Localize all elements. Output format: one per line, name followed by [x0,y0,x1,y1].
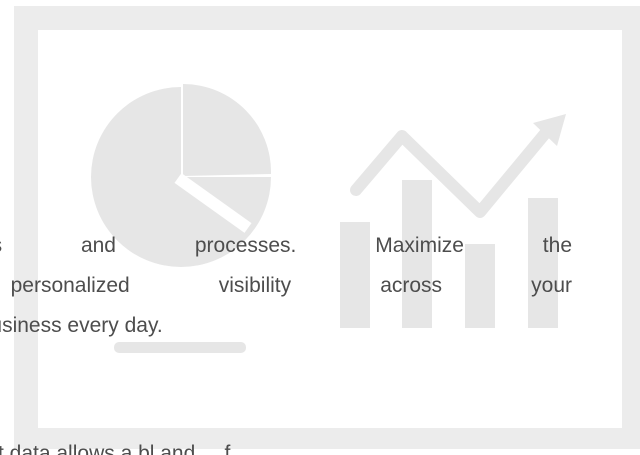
description-line-2: e, personalized visibility across your [0,274,572,297]
bottom-partial-text: t data allows a bl and ... f [0,442,231,455]
description-text: operations and processes. Maximize the e… [0,226,572,346]
trend-arrow-icon [350,114,566,218]
description-line-3: ove the business every day. [0,314,163,337]
description-line-1: operations and processes. Maximize the [0,234,572,257]
page-canvas: operations and processes. Maximize the e… [0,0,640,455]
